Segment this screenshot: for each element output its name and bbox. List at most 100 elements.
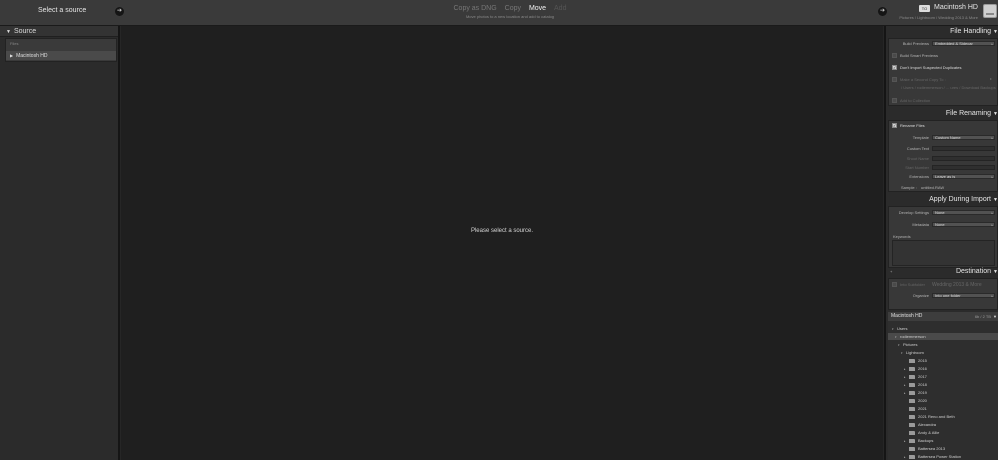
file-handling-title: File Handling	[950, 28, 991, 35]
folder-label: Backups	[918, 438, 934, 443]
folder-icon	[909, 430, 915, 435]
hard-drive-icon[interactable]	[983, 4, 997, 18]
folder-tree-row[interactable]: ▾ rodiemmerson	[888, 333, 998, 340]
folder-label: Pictures	[903, 342, 918, 347]
collapse-triangle-icon[interactable]: ▼	[6, 29, 11, 35]
make-second-copy-checkbox[interactable]	[892, 77, 897, 82]
second-copy-arrow-icon[interactable]: ▸	[990, 76, 992, 81]
collapse-triangle-icon[interactable]: ▼	[993, 312, 997, 321]
to-badge: TO	[919, 5, 930, 12]
build-previews-dropdown[interactable]: Embedded & Sidecar	[932, 41, 995, 46]
folder-tree-row[interactable]: 2015	[888, 357, 998, 364]
mode-add[interactable]: Add	[554, 5, 566, 12]
destination-header[interactable]: + Destination ▼	[886, 267, 998, 277]
extensions-label: Extensions	[909, 174, 929, 179]
destination-volume-label: Macintosh HD	[891, 313, 923, 319]
folder-tree-row[interactable]: ▸ 2018	[888, 381, 998, 388]
add-folder-icon[interactable]: +	[890, 267, 892, 277]
folder-tree-row[interactable]: 2021	[888, 405, 998, 412]
folder-tree-row[interactable]: ▸ 2017	[888, 373, 998, 380]
destination-folder-tree: Macintosh HD 6b / 2 TB ▼ ▾ Users ▾ rodiemme…	[888, 312, 998, 460]
source-arrow-icon[interactable]: ➔	[115, 7, 124, 16]
build-smart-previews-label: Build Smart Previews	[900, 53, 939, 58]
destination-name[interactable]: Macintosh HD	[934, 4, 978, 11]
folder-icon	[909, 454, 915, 459]
source-volume-macintosh-hd[interactable]: ▶ Macintosh HD	[6, 51, 116, 60]
dont-import-duplicates-checkbox[interactable]: ✓	[892, 65, 897, 70]
folder-label: rodiemmerson	[900, 334, 926, 339]
folder-label: Battersea 2013	[918, 446, 946, 451]
file-handling-section: Build Previews Embedded & Sidecar Build …	[888, 38, 998, 106]
source-list: Files ▶ Macintosh HD	[5, 38, 117, 62]
collapse-triangle-icon[interactable]: ▼	[993, 267, 998, 277]
mode-copy[interactable]: Copy	[505, 5, 521, 12]
folder-tree-row[interactable]: ▾ Lightroom	[888, 349, 998, 356]
folder-tree-row[interactable]: Battersea 2013	[888, 445, 998, 452]
extensions-dropdown[interactable]: Leave as is	[932, 174, 995, 179]
mode-move[interactable]: Move	[529, 5, 546, 12]
folder-tree-row[interactable]: ▸ Battersea Power Station	[888, 453, 998, 460]
source-panel: ▼ Source Files ▶ Macintosh HD	[0, 26, 120, 460]
right-panel: File Handling ▼ Build Previews Embedded &…	[884, 26, 998, 460]
collapse-triangle-icon[interactable]: ▼	[993, 195, 998, 205]
folder-tree-row[interactable]: ▾ Pictures	[888, 341, 998, 348]
folder-label: 2015	[918, 358, 927, 363]
folder-label: 2016	[918, 366, 927, 371]
folder-tree-row[interactable]: ▸ 2019	[888, 389, 998, 396]
keywords-input[interactable]	[892, 240, 995, 266]
into-subfolder-checkbox[interactable]	[892, 282, 897, 287]
add-to-collection-checkbox[interactable]	[892, 98, 897, 103]
select-source-label[interactable]: Select a source	[38, 7, 86, 14]
custom-text-input[interactable]	[932, 146, 995, 151]
rename-files-label: Rename Files	[900, 123, 925, 128]
file-renaming-title: File Renaming	[945, 110, 991, 117]
metadata-label: Metadata	[912, 222, 929, 227]
folder-label: 2018	[918, 382, 927, 387]
destination-volume-row[interactable]: Macintosh HD 6b / 2 TB ▼	[888, 312, 998, 321]
folder-icon	[909, 446, 915, 451]
start-number-input[interactable]	[932, 165, 995, 170]
import-mode-selector: Copy as DNG Copy Move Add	[440, 5, 580, 12]
folder-tree-row[interactable]: 2020	[888, 397, 998, 404]
custom-text-label: Custom Text	[906, 146, 929, 151]
folder-tree-row[interactable]: Andy & Allie	[888, 429, 998, 436]
folder-icon	[909, 406, 915, 411]
build-previews-label: Build Previews	[902, 41, 929, 46]
apply-during-import-header[interactable]: Apply During Import ▼	[886, 195, 998, 205]
shoot-name-label: Shoot Name	[906, 156, 929, 161]
apply-during-import-section: Develop Settings None Metadata None Keyw…	[888, 206, 998, 268]
folder-tree-row[interactable]: Alexandra	[888, 421, 998, 428]
expand-triangle-icon[interactable]: ▶	[10, 53, 13, 58]
destination-options: Into Subfolder Wedding 2013 & More Organ…	[888, 278, 998, 310]
folder-label: 2017	[918, 374, 927, 379]
develop-settings-dropdown[interactable]: None	[932, 210, 995, 215]
folder-icon	[909, 414, 915, 419]
subfolder-name-field[interactable]: Wedding 2013 & More	[932, 282, 982, 288]
metadata-dropdown[interactable]: None	[932, 222, 995, 227]
build-smart-previews-checkbox[interactable]	[892, 53, 897, 58]
template-label: Template	[912, 135, 929, 140]
folder-icon	[909, 398, 915, 403]
collapse-triangle-icon[interactable]: ▼	[993, 27, 998, 37]
source-panel-header[interactable]: ▼ Source	[0, 26, 118, 37]
develop-settings-label: Develop Settings	[898, 210, 929, 215]
rename-files-checkbox[interactable]: ✓	[892, 123, 897, 128]
file-handling-header[interactable]: File Handling ▼	[886, 27, 998, 37]
destination-arrow-icon[interactable]: ➔	[878, 7, 887, 16]
folder-tree-row[interactable]: ▸ Backups	[888, 437, 998, 444]
preview-grid: Please select a source.	[121, 26, 883, 460]
folder-tree-row[interactable]: ▸ 2016	[888, 365, 998, 372]
organize-dropdown[interactable]: Into one folder	[932, 293, 995, 298]
folder-tree-row[interactable]: 2021 Reno and Beth	[888, 413, 998, 420]
folder-tree-row[interactable]: ▾ Users	[888, 325, 998, 332]
template-dropdown[interactable]: Custom Name	[932, 135, 995, 140]
file-renaming-header[interactable]: File Renaming ▼	[886, 109, 998, 119]
folder-icon	[909, 438, 915, 443]
shoot-name-input[interactable]	[932, 156, 995, 161]
add-to-collection-label: Add to Collection	[900, 98, 931, 103]
organize-label: Organize	[912, 293, 929, 298]
folder-label: 2021 Reno and Beth	[918, 414, 955, 419]
collapse-triangle-icon[interactable]: ▼	[993, 109, 998, 119]
folder-icon	[909, 374, 915, 379]
mode-copy-as-dng[interactable]: Copy as DNG	[454, 5, 497, 12]
